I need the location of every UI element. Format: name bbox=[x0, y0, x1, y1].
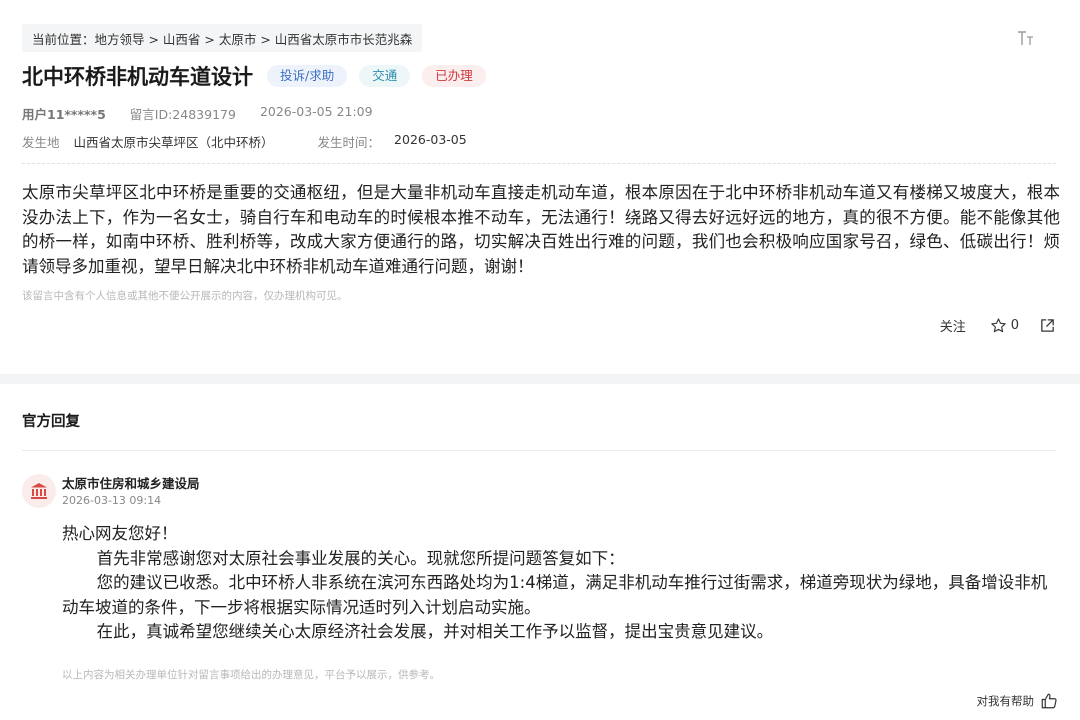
reply-paragraph: 您的建议已收悉。北中环桥人非系统在滨河东西路处均为1:4梯道，满足非机动车推行过… bbox=[62, 573, 1048, 617]
message-meta: 用户11*****5 留言ID:24839179 2026-03-05 21:0… bbox=[22, 104, 397, 123]
reply-body: 热心网友您好！ 首先非常感谢您对太原社会事业发展的关心。现就您所提问题答复如下：… bbox=[62, 522, 1058, 645]
reply-greeting: 热心网友您好！ bbox=[62, 524, 178, 543]
reply-paragraph: 在此，真诚希望您继续关心太原经济社会发展，并对相关工作予以监督，提出宝贵意见建议… bbox=[96, 622, 774, 641]
text-size-icon[interactable] bbox=[1016, 28, 1038, 48]
org-name: 太原市住房和城乡建设局 bbox=[62, 476, 200, 491]
message-body: 太原市尖草坪区北中环桥是重要的交通枢纽，但是大量非机动车直接走机动车道，根本原因… bbox=[22, 183, 1060, 276]
like-count: 0 bbox=[1010, 318, 1019, 333]
share-icon bbox=[1041, 319, 1054, 332]
breadcrumb[interactable]: 当前位置：地方领导 > 山西省 > 太原市 > 山西省太原市市长范兆森 bbox=[22, 24, 423, 52]
share-button[interactable] bbox=[1039, 317, 1056, 334]
government-building-icon bbox=[31, 483, 47, 499]
message-actions: 关注 0 bbox=[940, 316, 1056, 335]
status-badge: 已办理 bbox=[422, 65, 486, 87]
page-title: 北中环桥非机动车道设计 bbox=[22, 65, 253, 89]
user-name: 用户11*****5 bbox=[22, 107, 106, 122]
like-button[interactable]: 0 bbox=[990, 317, 1019, 334]
section-separator bbox=[0, 374, 1080, 384]
place-info: 发生地 山西省太原市尖草坪区（北中环桥） 发生时间： 2026-03-05 bbox=[22, 132, 511, 151]
reply-paragraph: 首先非常感谢您对太原社会事业发展的关心。现就您所提问题答复如下： bbox=[96, 548, 625, 568]
thumbs-up-icon bbox=[1041, 693, 1057, 709]
location-value: 山西省太原市尖草坪区（北中环桥） bbox=[73, 135, 274, 150]
reply-heading: 官方回复 bbox=[22, 414, 80, 430]
org-avatar bbox=[22, 474, 56, 508]
tag-topic: 交通 bbox=[359, 65, 411, 87]
message-id: 留言ID:24839179 bbox=[129, 107, 236, 122]
message-datetime: 2026-03-05 21:09 bbox=[259, 104, 373, 119]
time-value: 2026-03-05 bbox=[394, 132, 467, 147]
reply-disclaimer: 以上内容为相关办理单位针对留言事项给出的办理意见，平台予以展示，供参考。 bbox=[62, 669, 440, 681]
time-label: 发生时间： bbox=[317, 135, 381, 150]
divider bbox=[22, 163, 1056, 164]
helpful-label: 对我有帮助 bbox=[976, 694, 1035, 708]
title-row: 北中环桥非机动车道设计 投诉/求助 交通 已办理 bbox=[22, 60, 498, 92]
reply-date: 2026-03-13 09:14 bbox=[62, 494, 162, 507]
helpful-button[interactable]: 对我有帮助 bbox=[977, 692, 1059, 710]
star-icon bbox=[990, 318, 1006, 333]
divider bbox=[22, 450, 1056, 451]
follow-button[interactable]: 关注 bbox=[940, 316, 966, 335]
privacy-note: 该留言中含有个人信息或其他不便公开展示的内容，仅办理机构可见。 bbox=[22, 290, 348, 302]
location-label: 发生地 bbox=[22, 135, 60, 150]
tag-category: 投诉/求助 bbox=[267, 65, 348, 87]
